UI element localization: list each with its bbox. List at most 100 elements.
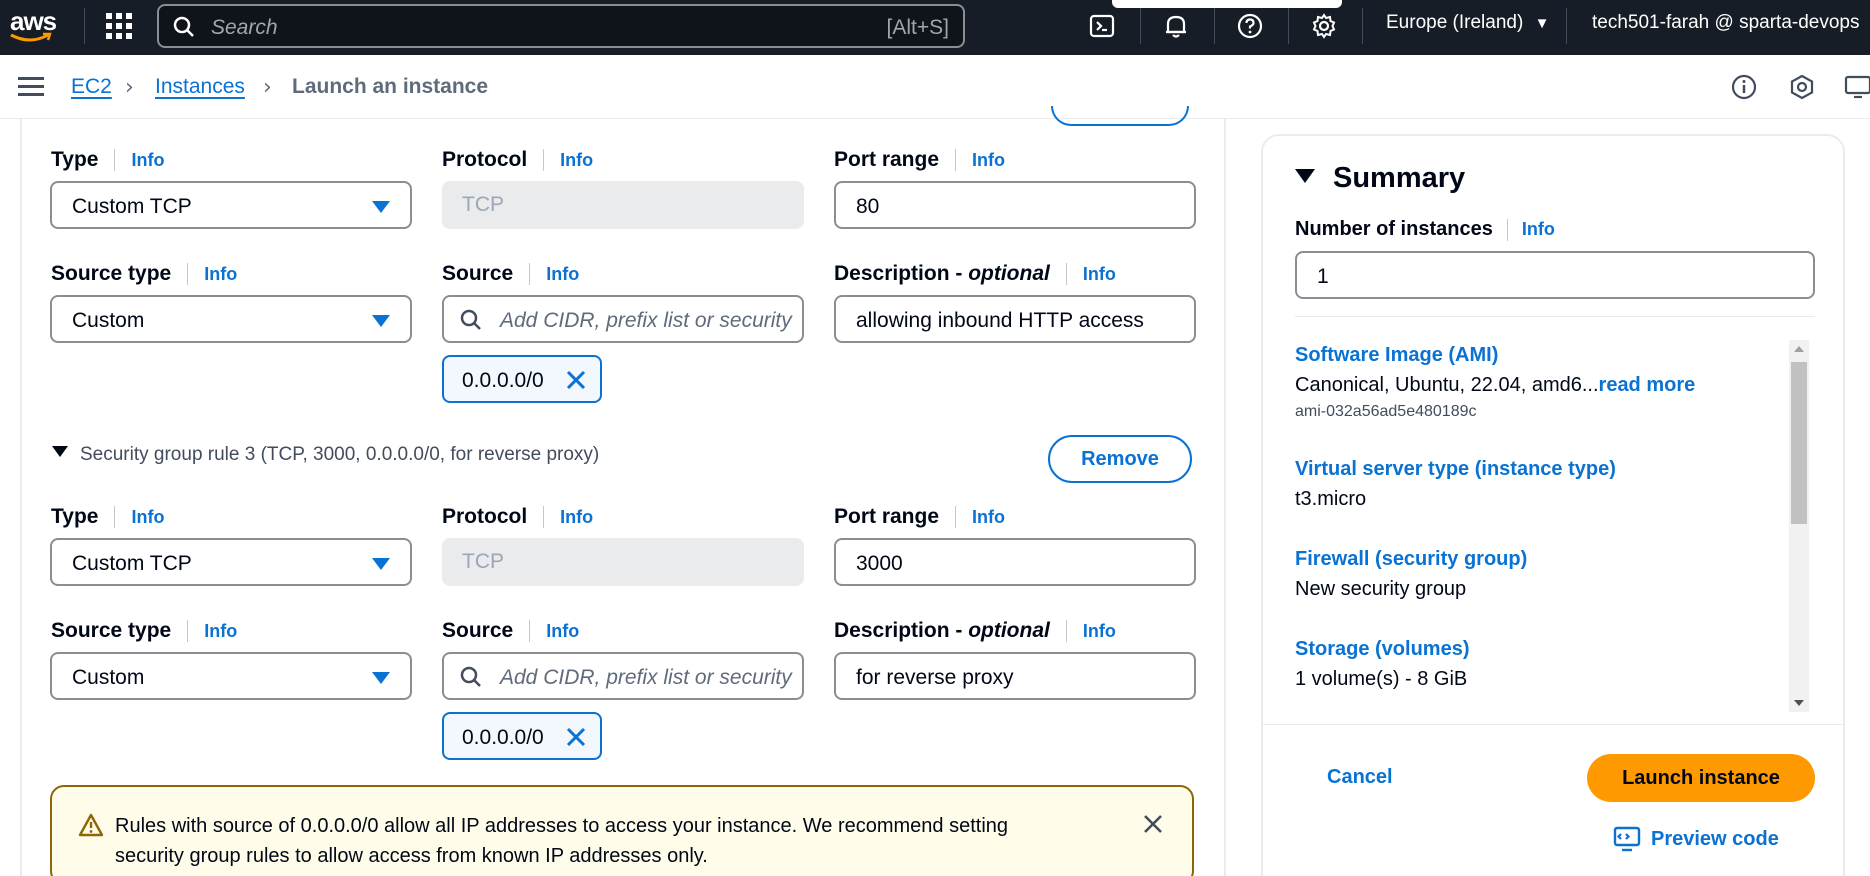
storage-link[interactable]: Storage (volumes) (1295, 638, 1469, 661)
firewall-value: New security group (1295, 578, 1467, 600)
port-range-label: Port range Info (834, 505, 1006, 529)
breadcrumb-current: Launch an instance (292, 75, 489, 98)
source-search-input[interactable]: Add CIDR, prefix list or security (442, 295, 804, 343)
help-icon[interactable] (1234, 10, 1266, 42)
nav-divider (1140, 8, 1141, 44)
breadcrumb-instances[interactable]: Instances (155, 75, 245, 99)
source-label: Source Info (442, 262, 580, 286)
source-info-link[interactable]: Info (546, 264, 579, 284)
global-search-input[interactable]: Search [Alt+S] (157, 4, 965, 48)
source-type-label: Source type Info (51, 619, 238, 643)
description-input[interactable]: for reverse proxy (834, 652, 1196, 700)
close-icon[interactable] (1142, 813, 1164, 835)
description-label: Description - optional Info (834, 619, 1116, 643)
source-type-info-link[interactable]: Info (204, 621, 237, 641)
preview-code-button[interactable]: Preview code (1613, 826, 1779, 852)
port-range-info-link[interactable]: Info (972, 150, 1005, 170)
port-range-input[interactable]: 80 (834, 181, 1196, 229)
protocol-info-link[interactable]: Info (560, 150, 593, 170)
summary-header[interactable]: Summary (1295, 162, 1465, 195)
summary-scrollbar[interactable] (1789, 340, 1809, 712)
feedback-icon[interactable] (1786, 71, 1818, 103)
notification-tab (1112, 0, 1342, 8)
source-token: 0.0.0.0/0 (442, 712, 602, 760)
source-type-info-link[interactable]: Info (204, 264, 237, 284)
source-type-select[interactable]: Custom (50, 295, 412, 343)
caret-down-icon (372, 558, 390, 570)
scroll-down-icon[interactable] (1794, 700, 1804, 706)
menu-icon[interactable] (18, 77, 44, 97)
source-search-input[interactable]: Add CIDR, prefix list or security (442, 652, 804, 700)
type-info-link[interactable]: Info (131, 150, 164, 170)
description-label: Description - optional Info (834, 262, 1116, 286)
number-of-instances-input[interactable]: 1 (1295, 251, 1815, 299)
protocol-value: TCP (462, 550, 504, 573)
bell-icon[interactable] (1160, 10, 1192, 42)
source-type-value: Custom (72, 666, 145, 689)
nav-divider (1214, 8, 1215, 44)
summary-panel: Summary Number of instances Info 1 Softwa… (1261, 134, 1845, 876)
region-selector[interactable]: Europe (Ireland) ▼ (1386, 12, 1549, 34)
search-placeholder: Search (211, 16, 278, 39)
account-label: tech501-farah @ sparta-devops (1592, 12, 1860, 33)
description-input[interactable]: allowing inbound HTTP access (834, 295, 1196, 343)
caret-down-icon (372, 672, 390, 684)
remove-button-partial[interactable] (1051, 106, 1189, 126)
rule-3-heading: Security group rule 3 (TCP, 3000, 0.0.0.… (80, 444, 600, 465)
remove-button[interactable]: Remove (1048, 435, 1192, 483)
protocol-label: Protocol Info (442, 148, 594, 172)
source-placeholder: Add CIDR, prefix list or security (500, 666, 792, 689)
type-select[interactable]: Custom TCP (50, 181, 412, 229)
type-select[interactable]: Custom TCP (50, 538, 412, 586)
description-info-link[interactable]: Info (1083, 621, 1116, 641)
description-info-link[interactable]: Info (1083, 264, 1116, 284)
divider (1295, 316, 1815, 317)
screen-icon[interactable] (1842, 71, 1870, 103)
rule-3-header[interactable]: Security group rule 3 (TCP, 3000, 0.0.0.… (52, 444, 599, 466)
ami-value: Canonical, Ubuntu, 22.04, amd6...read mo… (1295, 374, 1696, 396)
aws-logo[interactable]: aws (8, 6, 60, 46)
source-label: Source Info (442, 619, 580, 643)
ami-id: ami-032a56ad5e480189c (1295, 403, 1477, 420)
info-icon[interactable] (1728, 71, 1760, 103)
close-icon[interactable] (564, 368, 588, 392)
nav-divider (1566, 8, 1567, 44)
caret-down-icon (1295, 169, 1315, 183)
firewall-link[interactable]: Firewall (security group) (1295, 548, 1527, 571)
port-range-input[interactable]: 3000 (834, 538, 1196, 586)
type-select-value: Custom TCP (72, 552, 192, 575)
instances-info-link[interactable]: Info (1522, 219, 1555, 239)
source-type-select[interactable]: Custom (50, 652, 412, 700)
type-label: Type Info (51, 505, 165, 529)
port-range-info-link[interactable]: Info (972, 507, 1005, 527)
chevron-right-icon: › (263, 75, 272, 100)
scroll-up-icon[interactable] (1794, 346, 1804, 352)
ami-link[interactable]: Software Image (AMI) (1295, 344, 1498, 367)
search-shortcut: [Alt+S] (886, 16, 949, 39)
description-value: for reverse proxy (856, 666, 1014, 689)
source-info-link[interactable]: Info (546, 621, 579, 641)
breadcrumb-ec2[interactable]: EC2 (71, 75, 112, 99)
close-icon[interactable] (564, 725, 588, 749)
instance-type-link[interactable]: Virtual server type (instance type) (1295, 458, 1616, 481)
services-grid-icon[interactable] (106, 13, 132, 39)
read-more-link[interactable]: read more (1599, 374, 1696, 396)
gear-icon[interactable] (1308, 10, 1340, 42)
cloudshell-icon[interactable] (1086, 10, 1118, 42)
security-group-rules-panel (20, 119, 1226, 876)
nav-divider (1288, 8, 1289, 44)
caret-down-icon (52, 446, 68, 457)
source-token-label: 0.0.0.0/0 (462, 726, 544, 749)
description-value: allowing inbound HTTP access (856, 309, 1144, 332)
protocol-input: TCP (442, 181, 804, 229)
source-token: 0.0.0.0/0 (442, 355, 602, 403)
type-label: Type Info (51, 148, 165, 172)
scroll-thumb[interactable] (1791, 362, 1807, 524)
divider (1263, 724, 1843, 725)
protocol-info-link[interactable]: Info (560, 507, 593, 527)
launch-instance-button[interactable]: Launch instance (1587, 754, 1815, 802)
cancel-button[interactable]: Cancel (1327, 766, 1393, 789)
type-info-link[interactable]: Info (131, 507, 164, 527)
account-menu[interactable]: tech501-farah @ sparta-devops ▼ (1592, 12, 1870, 34)
search-icon (460, 309, 481, 330)
